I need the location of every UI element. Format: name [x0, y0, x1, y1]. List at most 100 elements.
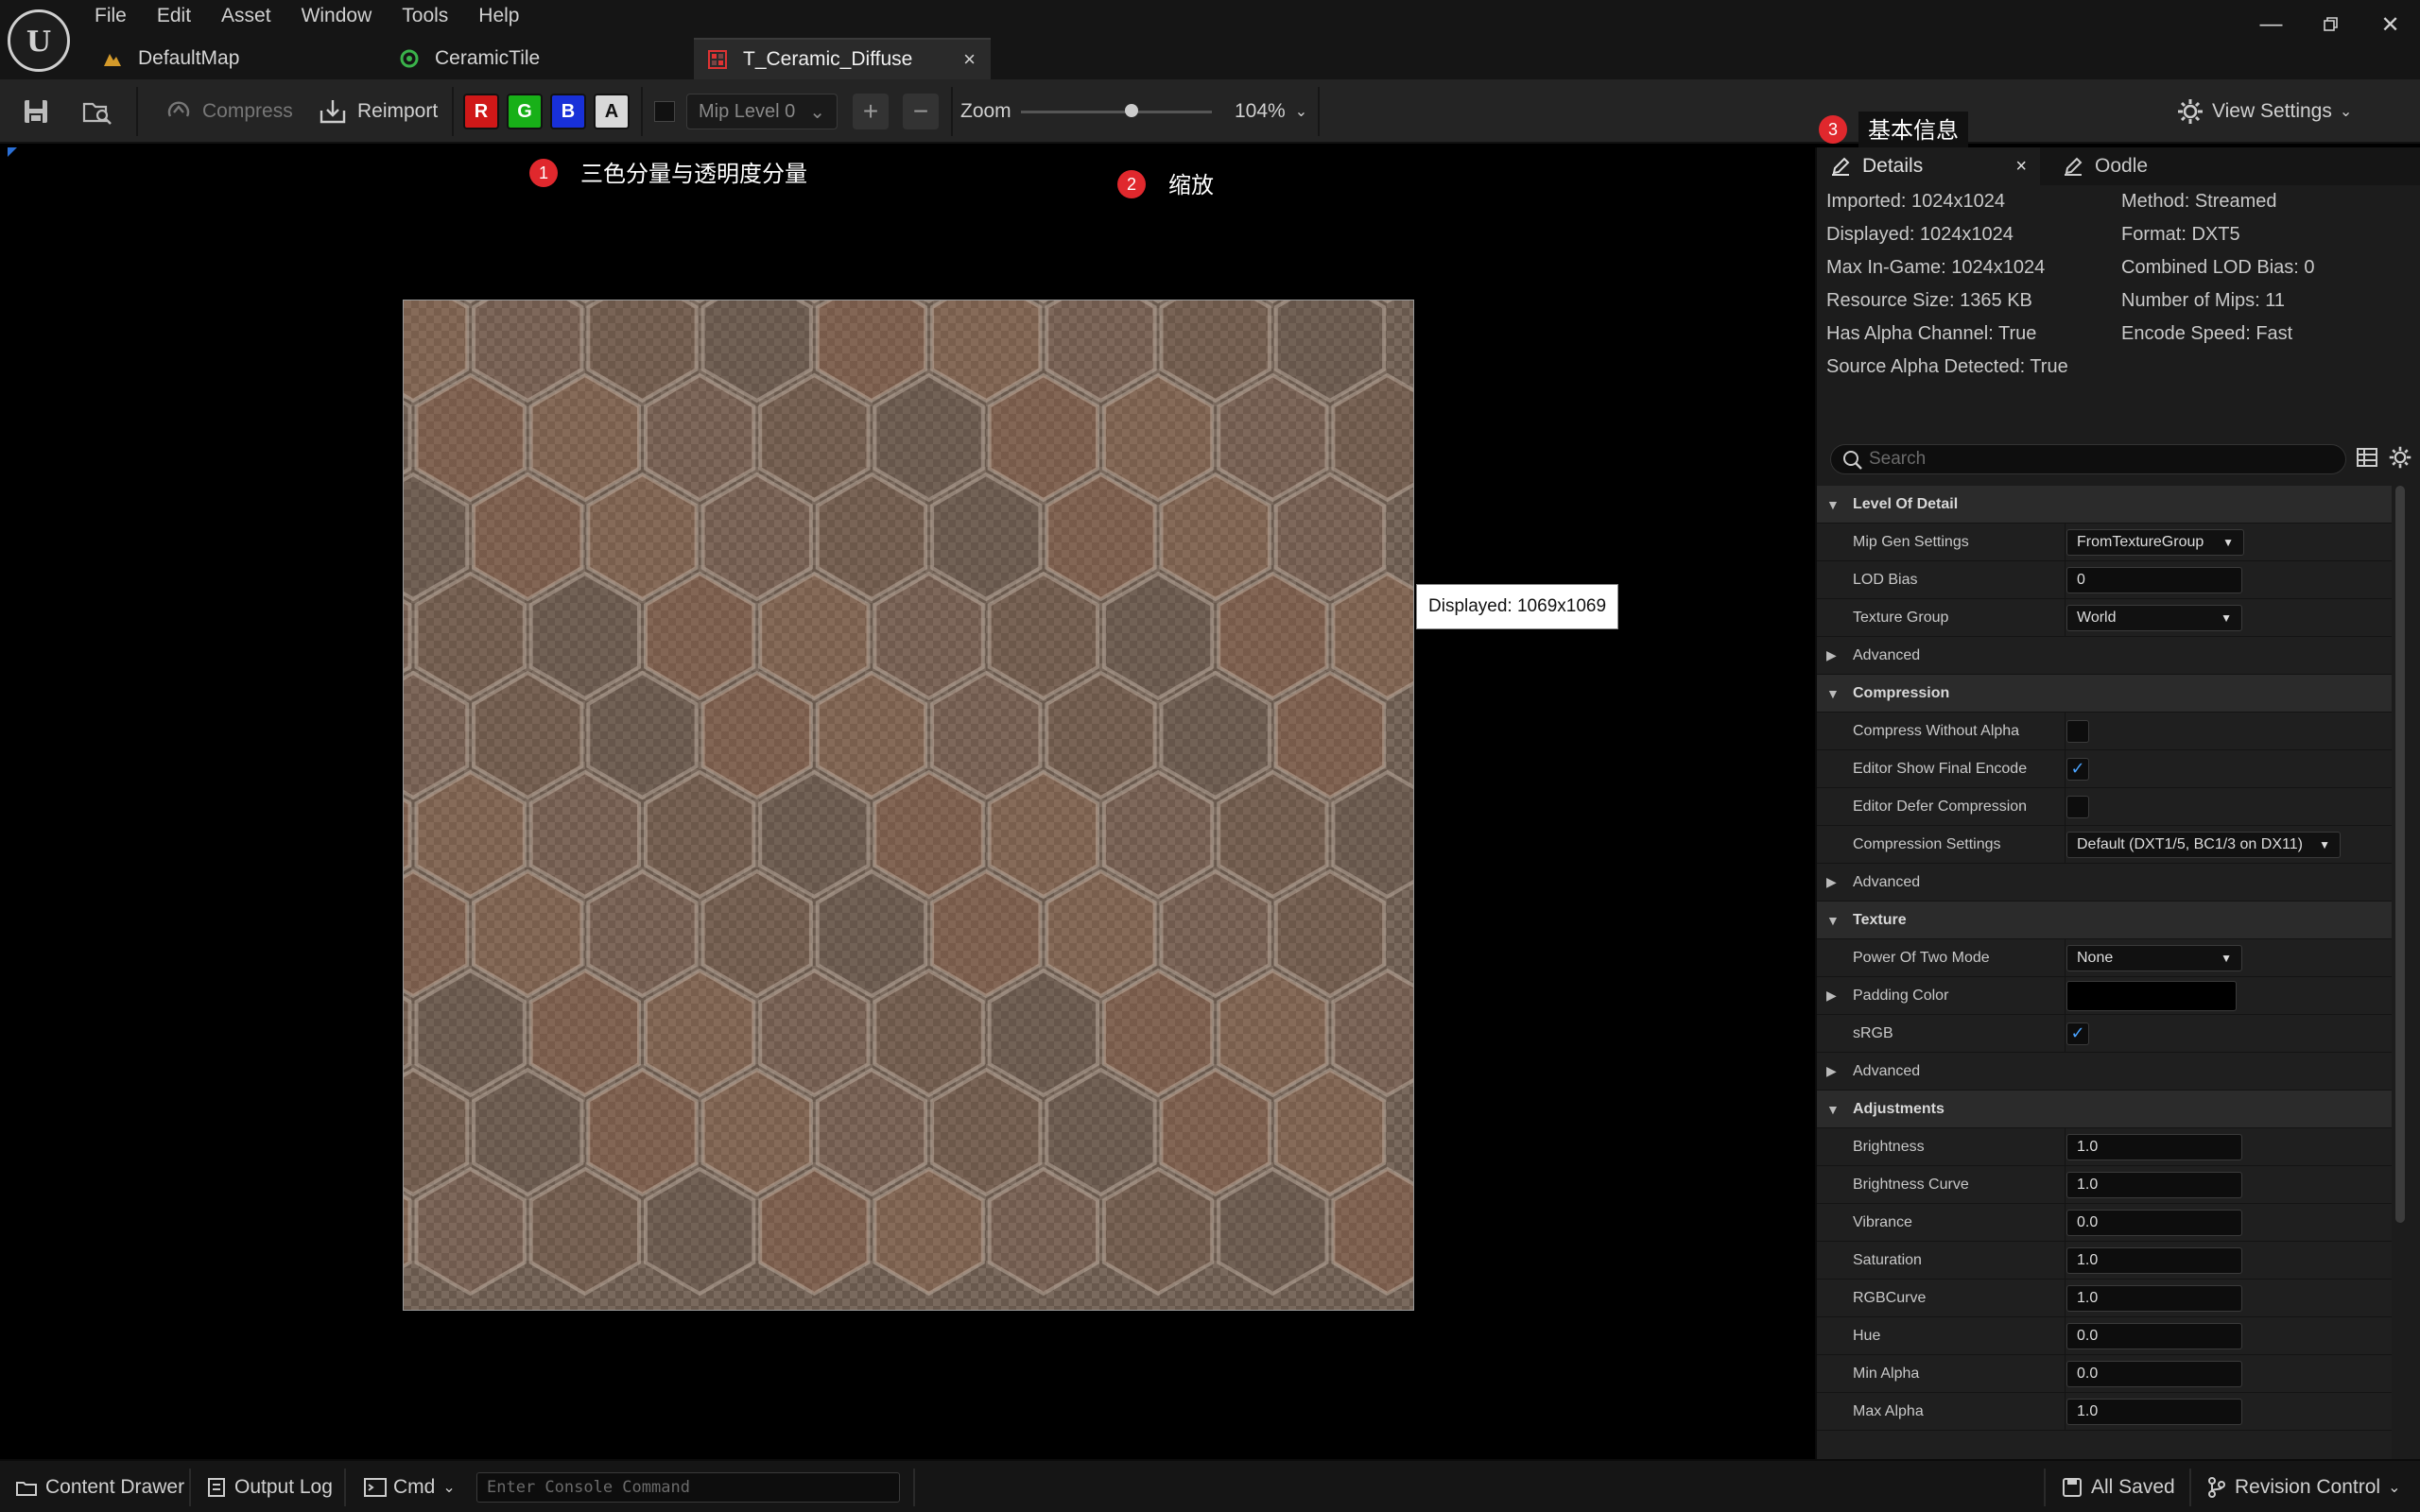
- zoom-slider[interactable]: [1021, 111, 1212, 113]
- tab-t-ceramic-diffuse[interactable]: T_Ceramic_Diffuse ×: [694, 38, 991, 79]
- category-level-of-detail[interactable]: ▼ Level Of Detail: [1817, 486, 2392, 524]
- mip-increase-button[interactable]: +: [853, 79, 889, 144]
- category-texture[interactable]: ▼ Texture: [1817, 902, 2392, 939]
- channel-a-toggle[interactable]: A: [594, 94, 630, 129]
- save-icon[interactable]: [21, 79, 51, 144]
- prop-max-alpha: Max Alpha 1.0: [1817, 1393, 2392, 1431]
- srgb-checkbox[interactable]: ✓: [2066, 1022, 2089, 1045]
- tab-details[interactable]: Details ×: [1817, 147, 2040, 185]
- compress-without-alpha-checkbox[interactable]: [2066, 719, 2089, 743]
- output-log-button[interactable]: Output Log: [206, 1461, 333, 1512]
- pencil-icon: [1832, 157, 1850, 176]
- mip-decrease-button[interactable]: −: [903, 79, 939, 144]
- compress-button[interactable]: Compress: [164, 79, 293, 144]
- hex-tile: [815, 868, 928, 999]
- revision-control-button[interactable]: Revision Control ⌄: [2206, 1461, 2400, 1512]
- compress-icon: [167, 101, 190, 117]
- minimize-icon[interactable]: —: [2241, 0, 2301, 49]
- vibrance-input[interactable]: 0.0: [2066, 1209, 2242, 1236]
- padding-color-swatch[interactable]: [2066, 980, 2237, 1011]
- zoom-dropdown[interactable]: 104% ⌄: [1235, 79, 1307, 144]
- lod-bias-input[interactable]: 0: [2066, 566, 2242, 593]
- rgbcurve-input[interactable]: 1.0: [2066, 1284, 2242, 1312]
- prop-label: LOD Bias: [1853, 571, 1918, 588]
- prop-cut-off-row: [1817, 1431, 2392, 1459]
- tab-oodle[interactable]: Oodle: [2053, 147, 2148, 185]
- brightness-input[interactable]: 1.0: [2066, 1133, 2242, 1160]
- channel-r-toggle[interactable]: R: [463, 94, 499, 129]
- tab-ceramictile[interactable]: CeramicTile: [386, 38, 694, 79]
- settings-gear-icon[interactable]: [2388, 445, 2412, 474]
- mip-gen-settings-dropdown[interactable]: FromTextureGroup ▼: [2066, 528, 2244, 556]
- prop-advanced-texture[interactable]: ▶ Advanced: [1817, 1053, 2392, 1091]
- restore-icon[interactable]: [2301, 0, 2360, 49]
- all-saved-button[interactable]: All Saved: [2061, 1461, 2175, 1512]
- hex-tile: [815, 670, 928, 800]
- close-icon[interactable]: ×: [2015, 156, 2027, 178]
- dropdown-value: FromTextureGroup: [2077, 533, 2204, 550]
- power-of-two-dropdown[interactable]: None ▼: [2066, 944, 2242, 971]
- saturation-input[interactable]: 1.0: [2066, 1246, 2242, 1274]
- menu-asset[interactable]: Asset: [221, 0, 286, 32]
- hex-tile: [1159, 472, 1271, 602]
- table-view-icon[interactable]: [2356, 446, 2378, 473]
- min-alpha-input[interactable]: 0.0: [2066, 1360, 2242, 1387]
- chevron-down-icon: ⌄: [2339, 104, 2353, 120]
- max-alpha-input[interactable]: 1.0: [2066, 1398, 2242, 1425]
- gear-icon: [2178, 99, 2203, 124]
- prop-advanced-lod[interactable]: ▶ Advanced: [1817, 637, 2392, 675]
- close-window-icon[interactable]: ✕: [2360, 0, 2420, 49]
- checkmark-icon: ✓: [2070, 1023, 2085, 1042]
- tab-close-icon[interactable]: ×: [963, 47, 976, 72]
- reimport-button[interactable]: Reimport: [318, 79, 438, 144]
- hex-tile: [528, 769, 641, 900]
- hex-tile: [586, 472, 699, 602]
- hex-tile: [873, 968, 985, 1098]
- console-command-input[interactable]: Enter Console Command: [476, 1472, 900, 1503]
- menu-file[interactable]: File: [95, 0, 142, 32]
- texture-group-dropdown[interactable]: World ▼: [2066, 604, 2242, 631]
- category-label: Texture: [1853, 911, 1907, 928]
- category-adjustments[interactable]: ▼ Adjustments: [1817, 1091, 2392, 1128]
- hex-tile: [930, 472, 1043, 602]
- mip-level-dropdown[interactable]: Mip Level 0 ⌄: [686, 79, 838, 144]
- brightness-curve-input[interactable]: 1.0: [2066, 1171, 2242, 1198]
- details-scrollbar[interactable]: [2395, 486, 2405, 1223]
- editor-show-final-encode-checkbox[interactable]: ✓: [2066, 757, 2089, 781]
- hex-tile: [586, 1067, 699, 1197]
- zoom-slider-handle[interactable]: [1125, 104, 1139, 117]
- prop-advanced-compression[interactable]: ▶ Advanced: [1817, 864, 2392, 902]
- hex-tile: [815, 472, 928, 602]
- info-displayed: Displayed: 1024x1024: [1826, 224, 2014, 245]
- prop-label: sRGB: [1853, 1024, 1893, 1041]
- channel-g-toggle[interactable]: G: [507, 94, 543, 129]
- background-color-swatch[interactable]: [654, 79, 675, 144]
- menu-edit[interactable]: Edit: [157, 0, 206, 32]
- unreal-logo-icon[interactable]: U: [8, 9, 70, 72]
- menu-tools[interactable]: Tools: [402, 0, 463, 32]
- view-settings-button[interactable]: View Settings ⌄: [2176, 79, 2352, 144]
- hex-tile: [644, 372, 756, 503]
- channel-b-toggle[interactable]: B: [550, 94, 586, 129]
- callout-2-text: 缩放: [1159, 166, 1223, 206]
- texture-preview[interactable]: [403, 300, 1414, 1311]
- content-drawer-button[interactable]: Content Drawer: [15, 1461, 184, 1512]
- property-list: ▼ Level Of Detail Mip Gen Settings FromT…: [1817, 486, 2392, 1459]
- category-label: Level Of Detail: [1853, 495, 1959, 512]
- collapsed-arrow-icon[interactable]: ▶: [1826, 988, 1837, 1004]
- menu-window[interactable]: Window: [302, 0, 388, 32]
- cmd-dropdown[interactable]: Cmd ⌄: [363, 1461, 456, 1512]
- material-icon: [399, 48, 420, 69]
- info-has-alpha: Has Alpha Channel: True: [1826, 323, 2037, 344]
- category-compression[interactable]: ▼ Compression: [1817, 675, 2392, 713]
- hue-input[interactable]: 0.0: [2066, 1322, 2242, 1349]
- editor-defer-compression-checkbox[interactable]: [2066, 795, 2089, 818]
- browse-asset-icon[interactable]: [81, 79, 113, 144]
- hex-tile: [1101, 571, 1215, 701]
- details-search-input[interactable]: Search: [1830, 444, 2346, 474]
- tab-defaultmap[interactable]: DefaultMap: [89, 38, 386, 79]
- menu-help[interactable]: Help: [478, 0, 534, 32]
- hex-tile-pattern: [404, 301, 1413, 1297]
- compression-settings-dropdown[interactable]: Default (DXT1/5, BC1/3 on DX11) ▼: [2066, 831, 2341, 858]
- dropdown-value: None: [2077, 949, 2114, 966]
